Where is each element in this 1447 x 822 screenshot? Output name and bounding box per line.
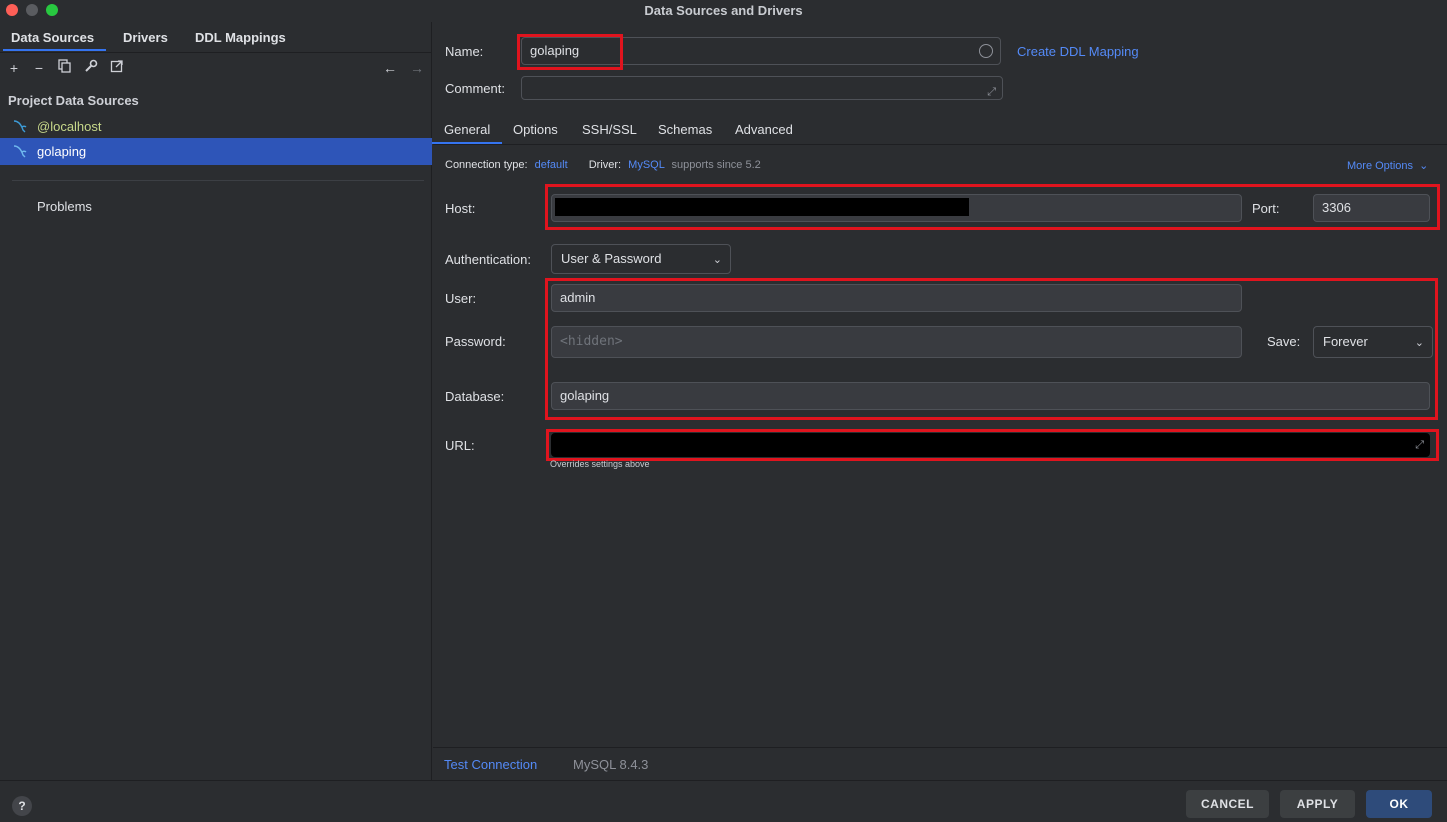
authentication-label: Authentication: xyxy=(445,252,532,267)
expand-icon[interactable]: ⤢ xyxy=(1415,434,1424,456)
mysql-dolphin-icon xyxy=(13,120,27,133)
left-toolbar: + − ← → xyxy=(0,58,432,80)
comment-label: Comment: xyxy=(445,81,505,96)
database-input[interactable]: golaping xyxy=(551,382,1430,410)
cancel-button[interactable]: CANCEL xyxy=(1186,790,1269,818)
comment-input[interactable]: ⤢ xyxy=(521,76,1003,100)
database-label: Database: xyxy=(445,389,505,404)
tab-divider xyxy=(0,52,432,53)
wrench-icon[interactable] xyxy=(81,58,101,78)
data-source-localhost[interactable]: @localhost xyxy=(0,113,432,140)
database-value: golaping xyxy=(560,388,610,403)
user-value: admin xyxy=(560,290,596,305)
bottom-bar: ? CANCEL APPLY OK xyxy=(0,780,1447,822)
add-icon[interactable]: + xyxy=(4,58,24,78)
more-options-label: More Options xyxy=(1347,160,1414,172)
tab-general[interactable]: General xyxy=(431,122,503,144)
name-input[interactable]: golaping xyxy=(521,37,1001,65)
chevron-down-icon: ⌄ xyxy=(1414,337,1424,349)
authentication-value: User & Password xyxy=(561,251,662,266)
name-value: golaping xyxy=(530,43,580,58)
password-input[interactable]: <hidden> xyxy=(551,326,1242,358)
tab-drivers[interactable]: Drivers xyxy=(123,30,168,45)
url-label: URL: xyxy=(445,438,475,453)
data-source-label: golaping xyxy=(37,144,87,159)
password-label: Password: xyxy=(445,334,506,349)
tabs-divider xyxy=(433,144,1447,145)
tab-ddl-mappings[interactable]: DDL Mappings xyxy=(195,30,286,45)
tab-options[interactable]: Options xyxy=(513,122,558,137)
data-source-label: @localhost xyxy=(37,119,102,134)
url-input[interactable]: ⤢ xyxy=(551,433,1430,457)
problems-item[interactable]: Problems xyxy=(37,199,92,214)
url-note: Overrides settings above xyxy=(550,459,650,469)
more-options-link[interactable]: More Options ⌄ xyxy=(1347,159,1428,172)
name-label: Name: xyxy=(445,44,484,59)
driver-note: supports since 5.2 xyxy=(671,159,761,171)
help-button[interactable]: ? xyxy=(12,796,32,816)
mysql-dolphin-icon xyxy=(13,145,27,158)
left-panel: Data Sources Drivers DDL Mappings + − ← … xyxy=(0,22,432,780)
password-placeholder: <hidden> xyxy=(560,334,623,349)
connection-info-row: Connection type: default Driver: MySQL s… xyxy=(445,159,761,171)
save-select[interactable]: Forever ⌄ xyxy=(1313,326,1433,358)
driver-label: Driver: xyxy=(588,159,622,171)
user-input[interactable]: admin xyxy=(551,284,1242,312)
back-arrow-icon[interactable]: ← xyxy=(380,58,400,78)
forward-arrow-icon[interactable]: → xyxy=(407,58,427,78)
chevron-down-icon: ⌄ xyxy=(1419,160,1429,172)
footer-divider xyxy=(433,747,1447,748)
ok-button[interactable]: OK xyxy=(1366,790,1432,818)
left-divider xyxy=(12,180,424,181)
remove-icon[interactable]: − xyxy=(29,58,49,78)
create-ddl-mapping-link[interactable]: Create DDL Mapping xyxy=(1017,44,1139,59)
authentication-select[interactable]: User & Password ⌄ xyxy=(551,244,731,274)
expand-icon[interactable]: ⤢ xyxy=(987,79,996,105)
right-panel: Name: golaping Create DDL Mapping Commen… xyxy=(431,22,1447,780)
chevron-down-icon: ⌄ xyxy=(712,254,722,266)
jump-to-icon[interactable] xyxy=(107,58,127,78)
title-bar: Data Sources and Drivers xyxy=(0,0,1447,22)
connection-type-link[interactable]: default xyxy=(535,159,568,171)
server-version: MySQL 8.4.3 xyxy=(573,757,649,772)
driver-link[interactable]: MySQL xyxy=(628,159,664,171)
port-label: Port: xyxy=(1252,201,1280,216)
color-circle-icon[interactable] xyxy=(979,44,993,58)
duplicate-icon[interactable] xyxy=(55,58,75,78)
tab-advanced[interactable]: Advanced xyxy=(735,122,793,137)
tab-schemas[interactable]: Schemas xyxy=(658,122,712,137)
port-input[interactable]: 3306 xyxy=(1313,194,1430,222)
data-source-golaping[interactable]: golaping xyxy=(0,138,432,165)
tab-data-sources[interactable]: Data Sources xyxy=(2,30,107,51)
test-connection-link[interactable]: Test Connection xyxy=(444,757,537,772)
project-data-sources-title: Project Data Sources xyxy=(8,93,139,108)
port-value: 3306 xyxy=(1322,200,1351,215)
host-label: Host: xyxy=(445,201,476,216)
tab-ssh-ssl[interactable]: SSH/SSL xyxy=(582,122,637,137)
user-label: User: xyxy=(445,291,477,306)
window-title: Data Sources and Drivers xyxy=(644,3,803,18)
save-label: Save: xyxy=(1267,334,1301,349)
host-redaction xyxy=(555,198,969,216)
connection-type-label: Connection type: xyxy=(445,159,528,171)
apply-button[interactable]: APPLY xyxy=(1280,790,1355,818)
save-value: Forever xyxy=(1323,334,1368,349)
